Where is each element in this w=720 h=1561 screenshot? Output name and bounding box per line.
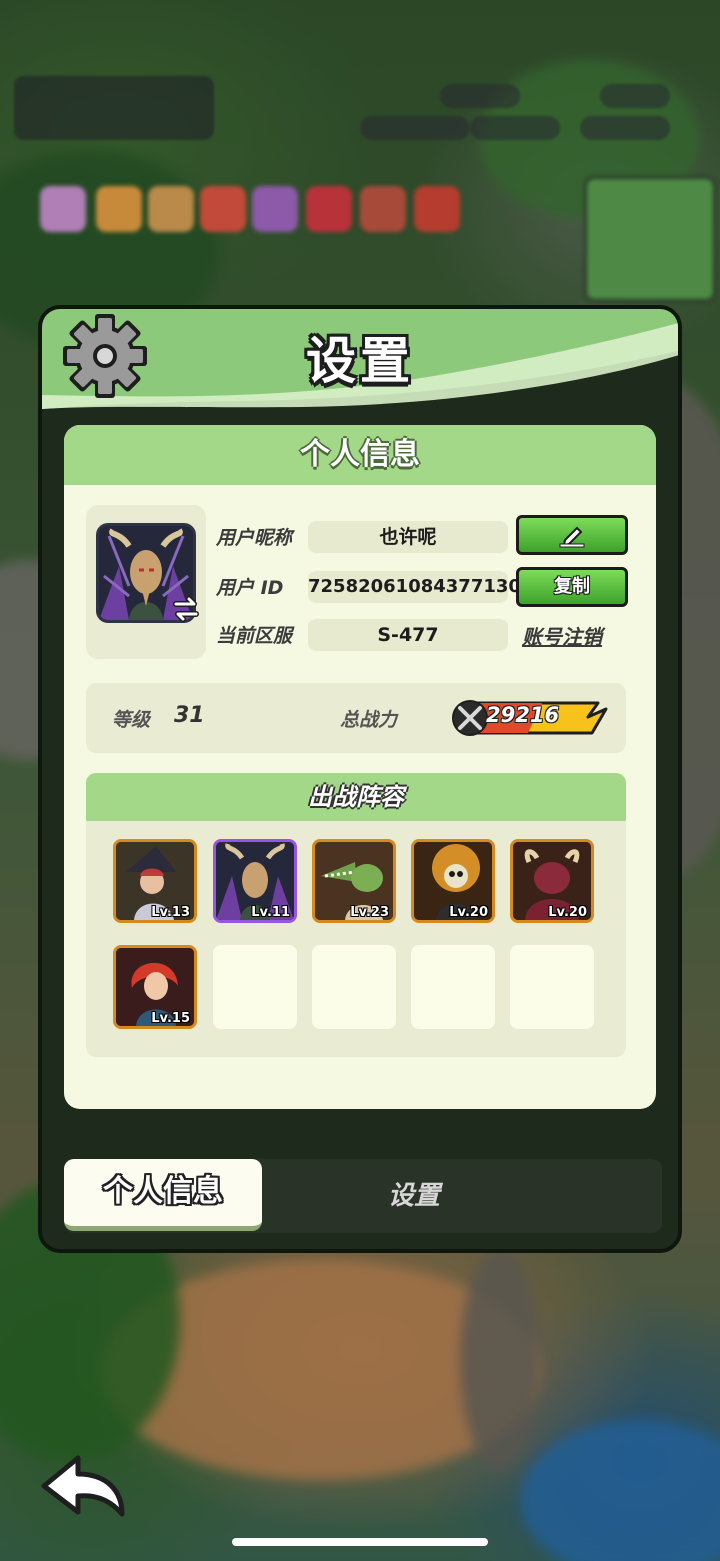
hero-level: Lv.20 xyxy=(548,905,587,920)
swap-arrows-icon[interactable] xyxy=(172,595,200,623)
event-icon xyxy=(148,186,194,232)
profile-content: 个人信息 用户昵称 也许呢 用户 ID 72582061084377130 复制… xyxy=(64,425,656,1109)
back-arrow-icon xyxy=(41,1455,125,1517)
empty-hero-slot[interactable] xyxy=(510,945,594,1029)
level-label: 等级 xyxy=(112,709,151,731)
hero-slot[interactable]: Lv.15 xyxy=(113,945,197,1029)
tab-bar: 个人信息 设置 xyxy=(64,1159,662,1233)
currency-pill xyxy=(440,84,520,108)
home-indicator[interactable] xyxy=(232,1538,488,1546)
back-button[interactable] xyxy=(38,1452,130,1520)
currency-pill xyxy=(600,84,670,108)
tab-settings[interactable]: 设置 xyxy=(334,1159,494,1233)
power-value: 29216 xyxy=(486,703,560,727)
event-icon xyxy=(200,186,246,232)
lineup-title: 出战阵容 xyxy=(86,773,626,821)
empty-hero-slot[interactable] xyxy=(312,945,396,1029)
hero-level: Lv.11 xyxy=(251,905,290,920)
resource-pill xyxy=(360,116,470,140)
nickname-field: 也许呢 xyxy=(308,521,508,553)
event-icon xyxy=(306,186,352,232)
resource-pill xyxy=(580,116,670,140)
hero-slot[interactable]: Lv.11 xyxy=(213,839,297,923)
hero-level: Lv.15 xyxy=(151,1011,190,1026)
hero-level: Lv.13 xyxy=(151,905,190,920)
nickname-label: 用户昵称 xyxy=(216,527,293,549)
delete-account-link[interactable]: 账号注销 xyxy=(522,621,602,650)
section-title: 个人信息 xyxy=(64,425,656,485)
hero-slot[interactable]: Lv.23 xyxy=(312,839,396,923)
tab-profile[interactable]: 个人信息 xyxy=(64,1159,262,1231)
stats-bar: 等级 31 总战力 29216 xyxy=(86,683,626,753)
edit-nickname-button[interactable] xyxy=(516,515,628,555)
avatar-container[interactable] xyxy=(86,505,206,659)
event-icon xyxy=(252,186,298,232)
resource-pill xyxy=(470,116,560,140)
hero-slot[interactable]: Lv.20 xyxy=(510,839,594,923)
server-label: 当前区服 xyxy=(216,625,293,647)
hero-level: Lv.23 xyxy=(350,905,389,920)
user-id-field: 72582061084377130 xyxy=(308,571,521,603)
pencil-icon xyxy=(559,526,585,548)
event-icon xyxy=(40,186,86,232)
hero-level: Lv.20 xyxy=(449,905,488,920)
empty-hero-slot[interactable] xyxy=(411,945,495,1029)
level-value: 31 xyxy=(174,703,205,728)
event-icon xyxy=(360,186,406,232)
empty-hero-slot[interactable] xyxy=(213,945,297,1029)
event-icon xyxy=(96,186,142,232)
power-label: 总战力 xyxy=(340,709,398,731)
settings-panel: 设置 个人信息 用户昵称 也许呢 用户 ID 72582061084377130… xyxy=(38,305,682,1253)
lineup-panel: 出战阵容 Lv.13 Lv.11 Lv.23 Lv.20 Lv.20 Lv.15 xyxy=(86,773,626,1057)
hero-slot[interactable]: Lv.20 xyxy=(411,839,495,923)
copy-id-button[interactable]: 复制 xyxy=(516,567,628,607)
server-field: S-477 xyxy=(308,619,508,651)
player-hud xyxy=(14,76,214,140)
hero-slot[interactable]: Lv.13 xyxy=(113,839,197,923)
user-id-label: 用户 ID xyxy=(216,577,284,599)
panel-title: 设置 xyxy=(306,332,414,390)
panel-header: 设置 xyxy=(42,309,678,409)
event-icon xyxy=(414,186,460,232)
minimap xyxy=(584,176,716,302)
